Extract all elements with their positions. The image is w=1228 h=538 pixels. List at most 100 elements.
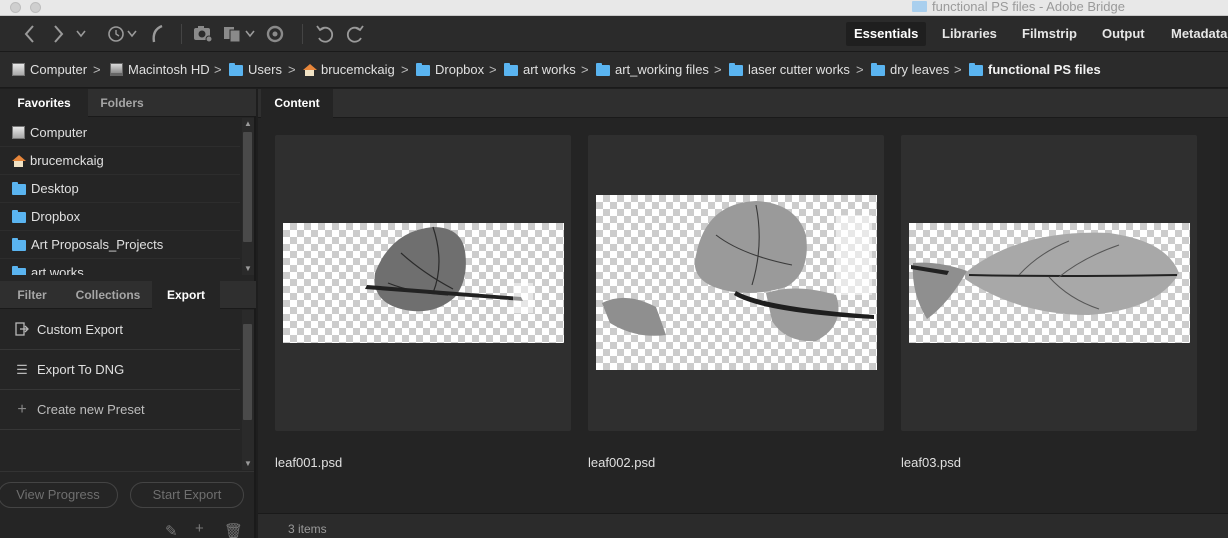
breadcrumb-separator: >	[489, 62, 497, 77]
breadcrumb-separator: >	[401, 62, 409, 77]
thumbnail-image	[283, 223, 564, 343]
breadcrumb-macintosh-hd[interactable]: Macintosh HD	[110, 52, 210, 88]
drive-icon	[12, 126, 25, 139]
favorite-item-brucemckaig[interactable]: brucemckaig	[0, 147, 240, 175]
folder-icon	[12, 210, 26, 223]
left-panel: Favorites Folders Computer brucemckaig D…	[0, 89, 256, 538]
thumbnail-image	[596, 195, 877, 370]
scroll-down-icon[interactable]: ▼	[242, 458, 254, 470]
favorite-item-desktop[interactable]: Desktop	[0, 175, 240, 203]
toolbar-divider	[181, 24, 182, 44]
workspace-libraries[interactable]: Libraries	[934, 22, 1005, 46]
breadcrumb-users[interactable]: Users	[229, 52, 282, 88]
trash-icon[interactable]: 🗑	[224, 522, 243, 538]
breadcrumb-separator: >	[93, 62, 101, 77]
breadcrumb-functional-ps-files[interactable]: functional PS files	[969, 52, 1101, 88]
export-item-export-to-dng[interactable]: ☰ Export To DNG	[0, 350, 240, 390]
breadcrumb-separator: >	[581, 62, 589, 77]
folder-icon	[596, 63, 610, 76]
toolbar: Essentials Libraries Filmstrip Output Me…	[0, 16, 1228, 52]
tab-collections[interactable]: Collections	[64, 281, 152, 309]
thumbnail-image	[909, 223, 1190, 343]
tab-export[interactable]: Export	[152, 281, 220, 309]
tab-filter[interactable]: Filter	[0, 281, 64, 309]
workspace-filmstrip[interactable]: Filmstrip	[1014, 22, 1085, 46]
start-export-button[interactable]: Start Export	[130, 482, 244, 508]
minimize-window-button[interactable]	[30, 2, 41, 13]
content-tabbar: Content	[258, 89, 1228, 118]
tab-folders[interactable]: Folders	[88, 89, 156, 117]
breadcrumb-art-working-files[interactable]: art_working files	[596, 52, 709, 88]
thumbnail-leaf002[interactable]	[588, 135, 884, 431]
scroll-down-icon[interactable]: ▼	[242, 263, 254, 275]
breadcrumb-dropbox[interactable]: Dropbox	[416, 52, 484, 88]
favorite-item-art-proposals[interactable]: Art Proposals_Projects	[0, 231, 240, 259]
plus-icon[interactable]: +	[195, 520, 204, 537]
folder-icon	[12, 238, 26, 251]
list-icon: ☰	[16, 362, 28, 377]
breadcrumb-brucemckaig[interactable]: brucemckaig	[303, 52, 395, 88]
forward-arrow-icon[interactable]	[50, 16, 68, 52]
camera-icon[interactable]	[192, 16, 214, 52]
folder-icon	[969, 63, 983, 76]
breadcrumb-separator: >	[288, 62, 296, 77]
divider	[0, 471, 254, 472]
window-title: functional PS files - Adobe Bridge	[912, 0, 1125, 16]
reveal-icon[interactable]	[148, 16, 168, 52]
favorite-item-dropbox[interactable]: Dropbox	[0, 203, 240, 231]
folder-icon	[12, 182, 26, 195]
folder-icon	[416, 63, 430, 76]
back-arrow-icon[interactable]	[20, 16, 38, 52]
copy-icon[interactable]	[222, 16, 258, 52]
home-icon	[303, 64, 317, 76]
breadcrumb-computer[interactable]: Computer	[12, 52, 87, 88]
breadcrumb-separator: >	[856, 62, 864, 77]
view-progress-button[interactable]: View Progress	[0, 482, 118, 508]
scrollbar-thumb[interactable]	[243, 324, 252, 420]
breadcrumb-art-works[interactable]: art works	[504, 52, 576, 88]
item-count: 3 items	[288, 522, 327, 536]
breadcrumb: Computer > Macintosh HD > Users > brucem…	[0, 52, 1228, 88]
workspace-output[interactable]: Output	[1094, 22, 1153, 46]
scroll-up-icon[interactable]: ▲	[242, 118, 254, 130]
folder-icon	[12, 266, 26, 275]
export-icon	[14, 310, 30, 350]
window-title-bar: functional PS files - Adobe Bridge	[0, 0, 1228, 16]
thumbnail-leaf001[interactable]	[275, 135, 571, 431]
pencil-icon[interactable]: ✎	[165, 522, 178, 538]
rotate-left-icon[interactable]	[314, 16, 336, 52]
favorites-scrollbar[interactable]: ▲ ▼	[242, 118, 254, 275]
toolbar-divider	[302, 24, 303, 44]
export-item-create-new-preset[interactable]: + Create new Preset	[0, 390, 240, 430]
folder-icon	[871, 63, 885, 76]
tab-content[interactable]: Content	[261, 89, 333, 118]
thumbnail-filename: leaf001.psd	[275, 455, 343, 470]
workspace-metadata[interactable]: Metadata	[1163, 22, 1228, 46]
folder-icon	[504, 63, 518, 76]
export-tabbar: Filter Collections Export	[0, 281, 256, 309]
export-item-custom-export[interactable]: Custom Export	[0, 310, 240, 350]
favorite-item-computer[interactable]: Computer	[0, 119, 240, 147]
rotate-right-icon[interactable]	[344, 16, 366, 52]
breadcrumb-laser-cutter-works[interactable]: laser cutter works	[729, 52, 850, 88]
drive-icon	[12, 63, 25, 76]
breadcrumb-dry-leaves[interactable]: dry leaves	[871, 52, 949, 88]
home-icon	[12, 155, 26, 167]
thumbnail-filename: leaf03.psd	[901, 455, 961, 470]
close-window-button[interactable]	[10, 2, 21, 13]
folder-icon	[912, 1, 927, 12]
thumbnail-filename: leaf002.psd	[588, 455, 656, 470]
content-panel: Content leaf001.psd leaf002.psd leaf03.p…	[258, 89, 1228, 538]
status-bar: 3 items	[258, 513, 1228, 538]
scrollbar-thumb[interactable]	[243, 132, 252, 242]
thumbnail-leaf03[interactable]	[901, 135, 1197, 431]
tab-favorites[interactable]: Favorites	[0, 89, 88, 117]
folder-icon	[729, 63, 743, 76]
dropdown-icon[interactable]	[74, 16, 88, 52]
export-scrollbar[interactable]: ▼	[242, 310, 254, 470]
refine-icon[interactable]	[264, 16, 286, 52]
workspace-essentials[interactable]: Essentials	[846, 22, 927, 46]
recent-history-icon[interactable]	[104, 16, 138, 52]
hard-disk-icon	[110, 63, 123, 76]
favorite-item-art-works[interactable]: art works	[0, 259, 240, 275]
